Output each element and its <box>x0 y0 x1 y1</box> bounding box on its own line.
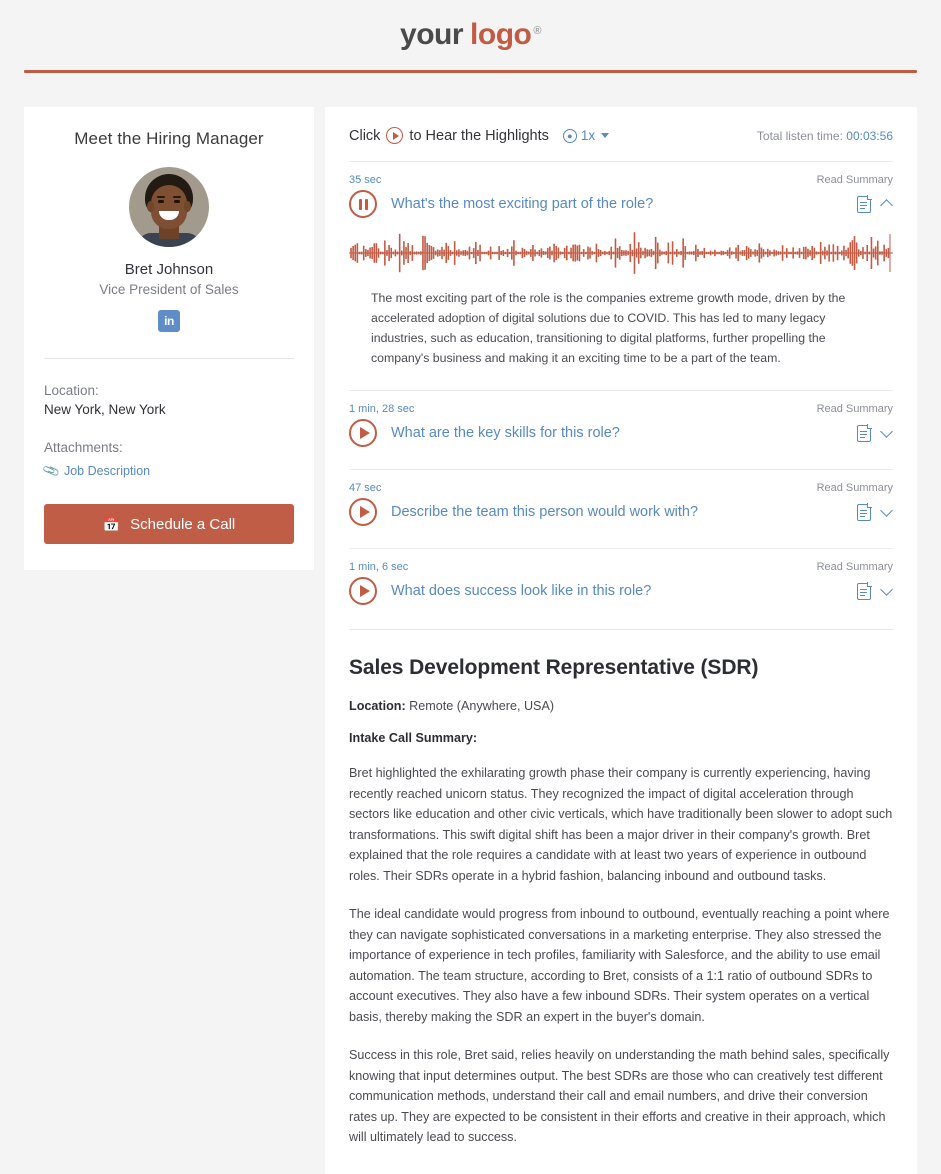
logo-text-second: logo <box>470 18 532 51</box>
document-icon[interactable] <box>857 581 872 600</box>
document-icon[interactable] <box>857 194 872 213</box>
highlight-question[interactable]: What are the key skills for this role? <box>391 425 620 441</box>
highlight-question-left: What does success look like in this role… <box>349 577 651 605</box>
highlight-duration: 47 sec <box>349 482 382 494</box>
chevron-down-icon[interactable] <box>880 503 893 517</box>
job-title: Sales Development Representative (SDR) <box>349 656 759 679</box>
card-title: Meet the Hiring Manager <box>74 129 264 148</box>
highlight-question-row: What's the most exciting part of the rol… <box>349 190 893 218</box>
job-paragraph: The ideal candidate would progress from … <box>349 907 890 1024</box>
intake-summary-label: Intake Call Summary: <box>349 731 478 745</box>
highlight-meta-row: 1 min, 6 sec Read Summary <box>349 561 893 573</box>
location-value: New York, New York <box>44 402 166 417</box>
speed-gauge-icon: ● <box>562 128 577 143</box>
highlight-question-left: Describe the team this person would work… <box>349 498 698 526</box>
highlights-card: Click to Hear the Highlights ● 1x Total … <box>325 107 917 1174</box>
highlight-meta-row: 35 sec Read Summary <box>349 174 893 186</box>
total-listen-value: 00:03:56 <box>846 128 893 143</box>
highlight-item: 1 min, 6 sec Read Summary What does succ… <box>349 549 893 605</box>
play-button[interactable] <box>349 577 377 605</box>
job-paragraph: Bret highlighted the exhilarating growth… <box>349 766 893 883</box>
job-location: Location: Remote (Anywhere, USA) <box>349 699 893 713</box>
highlight-actions <box>857 423 893 442</box>
chevron-down-icon[interactable] <box>880 582 893 596</box>
playback-speed-control[interactable]: ● 1x <box>562 128 610 143</box>
page-root: your logo ® Meet the Hiring Manager Bret… <box>0 0 941 1174</box>
site-header: your logo ® <box>0 0 941 70</box>
highlight-question-row: Describe the team this person would work… <box>349 498 893 526</box>
schedule-call-label: Schedule a Call <box>130 515 236 533</box>
chevron-down-icon[interactable] <box>880 424 893 438</box>
highlight-meta-row: 47 sec Read Summary <box>349 482 893 494</box>
document-icon[interactable] <box>857 502 872 521</box>
read-summary-label: Read Summary <box>816 174 893 186</box>
play-button[interactable] <box>349 498 377 526</box>
highlight-question-row: What are the key skills for this role? <box>349 419 893 447</box>
document-icon[interactable] <box>857 423 872 442</box>
play-button[interactable] <box>349 419 377 447</box>
job-paragraph: Success in this role, Bret said, relies … <box>349 1048 890 1144</box>
content-area: Meet the Hiring Manager Bret Johnson Vic… <box>0 73 941 1174</box>
job-description-divider <box>349 629 893 630</box>
highlight-duration: 1 min, 6 sec <box>349 561 409 573</box>
logo-text-first: your <box>400 18 464 51</box>
highlight-actions <box>857 502 893 521</box>
chevron-down-icon <box>601 133 610 138</box>
highlight-question-row: What does success look like in this role… <box>349 577 893 605</box>
attachment-link[interactable]: 📎 Job Description <box>41 461 294 481</box>
social-links: in <box>44 310 294 332</box>
calendar-icon: 📅 <box>102 515 121 532</box>
job-location-label: Location: <box>349 699 406 713</box>
audio-waveform[interactable] <box>349 230 893 276</box>
play-icon[interactable] <box>386 127 404 144</box>
linkedin-icon[interactable]: in <box>158 310 180 332</box>
attachment-label: Job Description <box>63 464 151 478</box>
hiring-manager-card: Meet the Hiring Manager Bret Johnson Vic… <box>24 107 314 570</box>
registered-mark-icon: ® <box>533 25 541 37</box>
highlight-duration: 1 min, 28 sec <box>349 403 415 415</box>
highlight-duration: 35 sec <box>349 174 382 186</box>
highlight-item: 1 min, 28 sec Read Summary What are the … <box>349 391 893 470</box>
highlight-meta-row: 1 min, 28 sec Read Summary <box>349 403 893 415</box>
chevron-up-icon[interactable] <box>880 199 893 212</box>
click-prefix-label: Click <box>349 127 381 144</box>
highlight-actions <box>857 194 893 213</box>
card-divider <box>44 358 294 359</box>
read-summary-label: Read Summary <box>816 561 893 573</box>
highlight-summary: The most exciting part of the role is th… <box>371 291 846 365</box>
attachments-label: Attachments: <box>44 440 123 455</box>
schedule-call-button[interactable]: 📅 Schedule a Call <box>44 504 294 544</box>
read-summary-label: Read Summary <box>816 482 893 494</box>
highlights-prompt: Click to Hear the Highlights ● 1x <box>349 127 610 144</box>
highlight-question-left: What's the most exciting part of the rol… <box>349 190 653 218</box>
paperclip-icon: 📎 <box>41 461 62 481</box>
highlight-question[interactable]: What does success look like in this role… <box>391 583 651 599</box>
logo[interactable]: your logo ® <box>400 18 541 52</box>
highlight-question-left: What are the key skills for this role? <box>349 419 620 447</box>
click-suffix-label: to Hear the Highlights <box>409 127 549 144</box>
highlight-question[interactable]: Describe the team this person would work… <box>391 504 698 520</box>
pause-button[interactable] <box>349 190 377 218</box>
highlight-item: 47 sec Read Summary Describe the team th… <box>349 470 893 549</box>
manager-title: Vice President of Sales <box>99 282 239 297</box>
job-location-value: Remote (Anywhere, USA) <box>409 699 555 713</box>
total-listen-label: Total listen time: <box>756 128 843 143</box>
location-label: Location: <box>44 383 99 398</box>
highlight-question[interactable]: What's the most exciting part of the rol… <box>391 196 653 212</box>
job-description: Sales Development Representative (SDR) L… <box>349 656 893 1148</box>
read-summary-label: Read Summary <box>816 403 893 415</box>
highlight-item: 35 sec Read Summary What's the most exci… <box>349 162 893 391</box>
avatar <box>129 167 209 247</box>
total-listen-time: Total listen time: 00:03:56 <box>757 129 893 143</box>
manager-name: Bret Johnson <box>124 261 214 278</box>
highlights-toolbar: Click to Hear the Highlights ● 1x Total … <box>349 127 893 148</box>
speed-value: 1x <box>580 128 596 143</box>
highlight-actions <box>857 581 893 600</box>
avatar-container <box>44 167 294 247</box>
waveform-svg <box>349 232 893 274</box>
